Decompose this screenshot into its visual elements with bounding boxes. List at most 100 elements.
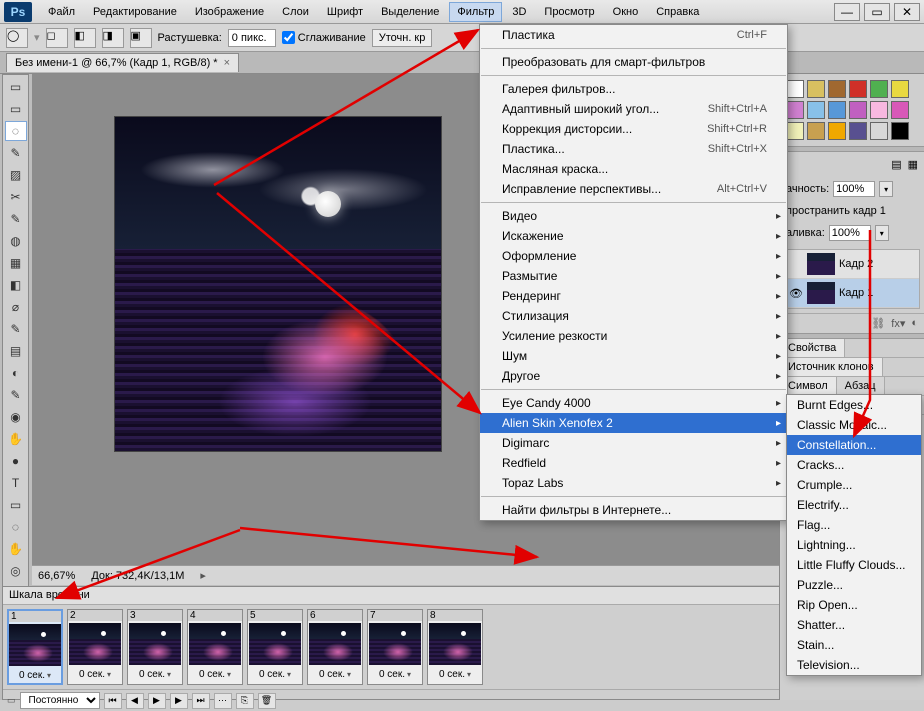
timeline-frame[interactable]: 80 сек.	[427, 609, 483, 685]
timeline-frame[interactable]: 40 сек.	[187, 609, 243, 685]
loop-select[interactable]: Постоянно	[20, 692, 100, 709]
filter-item[interactable]: Исправление перспективы...Alt+Ctrl+V	[480, 179, 787, 199]
tool-0[interactable]: ▭	[5, 77, 27, 97]
feather-input[interactable]	[228, 29, 276, 47]
filter-item[interactable]: Масляная краска...	[480, 159, 787, 179]
tool-21[interactable]: ✋	[5, 539, 27, 559]
swatch[interactable]	[786, 80, 804, 98]
timeline-frame[interactable]: 50 сек.	[247, 609, 303, 685]
swatch[interactable]	[828, 122, 846, 140]
filter-item[interactable]: Найти фильтры в Интернете...	[480, 500, 787, 520]
submenu-item[interactable]: Classic Mosaic...	[787, 415, 921, 435]
submenu-item[interactable]: Constellation...	[787, 435, 921, 455]
tool-1[interactable]: ▭	[5, 99, 27, 119]
submenu-item[interactable]: Little Fluffy Clouds...	[787, 555, 921, 575]
filter-item[interactable]: Коррекция дисторсии...Shift+Ctrl+R	[480, 119, 787, 139]
swatch[interactable]	[849, 122, 867, 140]
swatch[interactable]	[786, 101, 804, 119]
submenu-item[interactable]: Rip Open...	[787, 595, 921, 615]
filter-icon[interactable]: ▤	[891, 158, 901, 171]
last-frame-button[interactable]: ⏭	[192, 693, 210, 709]
tab-clone-source[interactable]: Источник клонов	[780, 358, 883, 376]
tool-6[interactable]: ✎	[5, 209, 27, 229]
link-icon[interactable]: ⛓	[871, 317, 885, 330]
filter-item[interactable]: Alien Skin Xenofex 2	[480, 413, 787, 433]
swatch[interactable]	[786, 122, 804, 140]
filter-item[interactable]: ПластикаCtrl+F	[480, 25, 787, 45]
fill-input[interactable]	[829, 225, 871, 241]
minimize-button[interactable]: —	[834, 3, 860, 21]
menu-файл[interactable]: Файл	[40, 2, 83, 22]
tab-paragraph[interactable]: Абзац	[837, 377, 885, 395]
tool-13[interactable]: ◐	[5, 363, 27, 383]
selection-sub-icon[interactable]: ◨	[102, 28, 124, 48]
layer-row[interactable]: Кадр 2	[785, 250, 919, 279]
menu-шрифт[interactable]: Шрифт	[319, 2, 371, 22]
swatch[interactable]	[891, 80, 909, 98]
menu-3d[interactable]: 3D	[504, 2, 534, 22]
filter-item[interactable]: Стилизация	[480, 306, 787, 326]
menu-просмотр[interactable]: Просмотр	[536, 2, 602, 22]
tool-2[interactable]: ◌	[5, 121, 27, 141]
swatch[interactable]	[891, 101, 909, 119]
selection-add-icon[interactable]: ◧	[74, 28, 96, 48]
tool-16[interactable]: ✋	[5, 429, 27, 449]
maximize-button[interactable]: ▭	[864, 3, 890, 21]
mask-icon[interactable]: ◐	[911, 317, 918, 330]
menu-изображение[interactable]: Изображение	[187, 2, 272, 22]
opacity-input[interactable]	[833, 181, 875, 197]
tool-11[interactable]: ✎	[5, 319, 27, 339]
antialias-checkbox[interactable]: Сглаживание	[282, 31, 366, 44]
next-frame-button[interactable]: ▶	[170, 693, 188, 709]
filter-item[interactable]: Адаптивный широкий угол...Shift+Ctrl+A	[480, 99, 787, 119]
refine-edge-button[interactable]: Уточн. кр	[372, 29, 433, 47]
menu-фильтр[interactable]: Фильтр	[449, 2, 502, 22]
filter-item[interactable]: Другое	[480, 366, 787, 386]
tool-14[interactable]: ✎	[5, 385, 27, 405]
selection-intersect-icon[interactable]: ▣	[130, 28, 152, 48]
layer-row[interactable]: 👁Кадр 1	[785, 279, 919, 308]
swatch[interactable]	[849, 101, 867, 119]
tool-5[interactable]: ✂	[5, 187, 27, 207]
swatch[interactable]	[870, 80, 888, 98]
menu-редактирование[interactable]: Редактирование	[85, 2, 185, 22]
filter-item[interactable]: Пластика...Shift+Ctrl+X	[480, 139, 787, 159]
tool-4[interactable]: ▨	[5, 165, 27, 185]
submenu-item[interactable]: Cracks...	[787, 455, 921, 475]
document-tab[interactable]: Без имени-1 @ 66,7% (Кадр 1, RGB/8) * ×	[6, 53, 239, 72]
tool-22[interactable]: ◎	[5, 561, 27, 581]
tool-18[interactable]: T	[5, 473, 27, 493]
filter-item[interactable]: Преобразовать для смарт-фильтров	[480, 52, 787, 72]
timeline-frame[interactable]: 10 сек.	[7, 609, 63, 685]
first-frame-button[interactable]: ⏮	[104, 693, 122, 709]
tool-9[interactable]: ◧	[5, 275, 27, 295]
tool-8[interactable]: ▦	[5, 253, 27, 273]
fill-dropdown[interactable]: ▾	[875, 225, 889, 241]
swatch[interactable]	[807, 122, 825, 140]
swatch[interactable]	[870, 122, 888, 140]
submenu-item[interactable]: Electrify...	[787, 495, 921, 515]
swatch[interactable]	[870, 101, 888, 119]
filter-item[interactable]: Рендеринг	[480, 286, 787, 306]
filter-item[interactable]: Размытие	[480, 266, 787, 286]
submenu-item[interactable]: Burnt Edges...	[787, 395, 921, 415]
selection-new-icon[interactable]: ◻	[46, 28, 68, 48]
submenu-item[interactable]: Flag...	[787, 515, 921, 535]
tab-properties[interactable]: Свойства	[780, 339, 845, 357]
fx-icon[interactable]: fx▾	[891, 317, 905, 330]
filter-menu[interactable]: ПластикаCtrl+F Преобразовать для смарт-фи…	[479, 24, 788, 521]
filter-item[interactable]: Галерея фильтров...	[480, 79, 787, 99]
menu-выделение[interactable]: Выделение	[373, 2, 447, 22]
submenu-item[interactable]: Television...	[787, 655, 921, 675]
tool-19[interactable]: ▭	[5, 495, 27, 515]
filter-item[interactable]: Digimarc	[480, 433, 787, 453]
layer-menu-icon[interactable]: ▦	[908, 158, 918, 171]
submenu-item[interactable]: Crumple...	[787, 475, 921, 495]
close-button[interactable]: ✕	[894, 3, 920, 21]
swatch[interactable]	[891, 122, 909, 140]
tool-12[interactable]: ▤	[5, 341, 27, 361]
delete-frame-button[interactable]: 🗑	[258, 693, 276, 709]
submenu-item[interactable]: Stain...	[787, 635, 921, 655]
filter-item[interactable]: Redfield	[480, 453, 787, 473]
swatch[interactable]	[828, 101, 846, 119]
